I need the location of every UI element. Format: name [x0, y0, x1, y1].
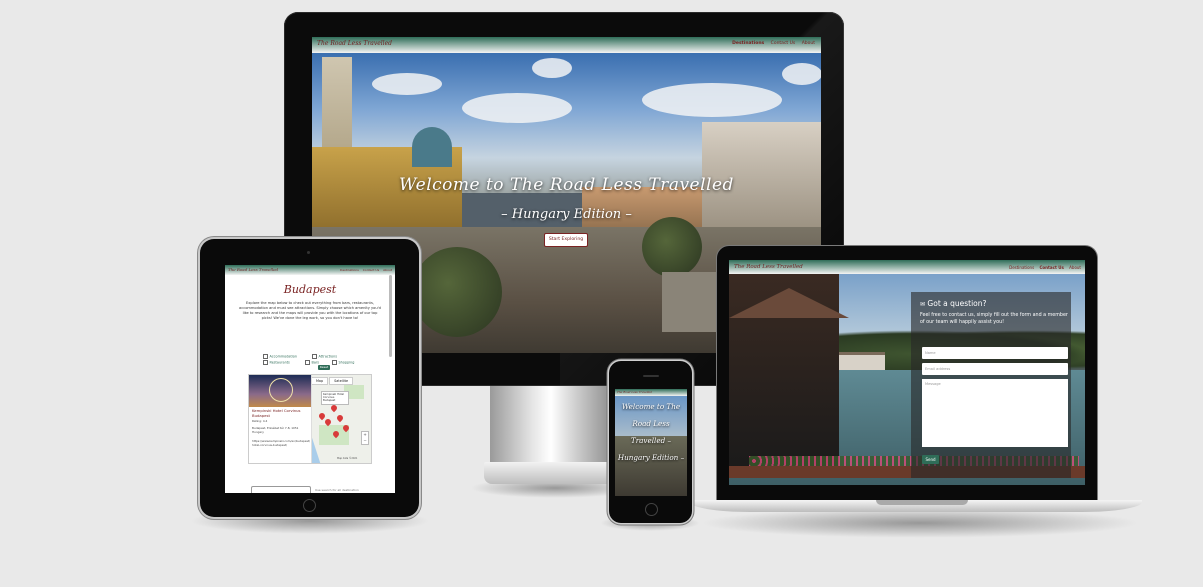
tablet-nav-contact[interactable]: Contact Us — [363, 268, 379, 272]
tablet-camera — [307, 251, 310, 254]
map-attribution: Map data ©2021 — [337, 457, 358, 460]
map-pin-icon[interactable] — [335, 413, 345, 423]
monitor-stand-base — [484, 462, 618, 484]
phone-speaker — [643, 375, 659, 377]
tablet-screen: The Road Less Travelled Destinations Con… — [225, 265, 395, 493]
name-field[interactable]: Name — [922, 347, 1068, 359]
start-exploring-button[interactable]: Start Exploring — [544, 233, 588, 247]
tablet-nav-destinations[interactable]: Destinations — [340, 268, 359, 272]
map-tab-map[interactable]: Map — [311, 377, 329, 385]
search-input[interactable] — [251, 486, 311, 493]
laptop-notch — [876, 500, 968, 505]
filter-bars[interactable]: Bars — [305, 360, 320, 365]
nav-about[interactable]: About — [802, 41, 815, 46]
nav-contact[interactable]: Contact Us — [771, 41, 796, 46]
laptop-nav-about[interactable]: About — [1069, 265, 1081, 270]
nav-links: Destinations Contact Us About — [727, 41, 815, 46]
zoom-controls[interactable]: +− — [361, 431, 369, 445]
contact-form: ✉ Got a question? Feel free to contact u… — [911, 292, 1071, 478]
hero-title: Welcome to The Road Less Travelled — [399, 175, 734, 195]
map-pin-icon[interactable] — [329, 403, 339, 413]
phone-screen: The Road Less Travelled Welcome to The R… — [615, 389, 687, 496]
pavilion-roof — [729, 288, 849, 318]
map-popup: Kempinski Hotel Corvinus Budapest — [321, 391, 349, 405]
tablet-navbar: The Road Less Travelled Destinations Con… — [225, 265, 395, 275]
nav-destinations[interactable]: Destinations — [732, 41, 764, 46]
contact-form-text: Feel free to contact us, simply fill out… — [920, 313, 1068, 325]
message-field[interactable]: Message — [922, 379, 1068, 447]
place-photo — [249, 375, 311, 407]
place-info-panel: Kempinski Hotel Corvinus Budapest Rating… — [249, 375, 312, 463]
phone-navbar: The Road Less Travelled — [615, 389, 687, 396]
site-navbar: The Road Less Travelled Destinations Con… — [312, 37, 821, 53]
tablet-nav-links: Destinations Contact Us About — [337, 268, 392, 272]
monitor-stand-neck — [490, 386, 612, 464]
laptop-nav-links: Destinations Contact Us About — [1005, 265, 1081, 270]
phone-home-button — [645, 503, 658, 516]
lake-bath-house — [839, 352, 885, 371]
map-tab-satellite[interactable]: Satellite — [329, 377, 354, 385]
contact-form-heading: ✉ Got a question? — [920, 299, 987, 308]
map[interactable]: Kempinski Hotel Corvinus Budapest +− Map… — [248, 374, 372, 464]
reset-button[interactable]: Reset — [318, 365, 330, 370]
place-url[interactable]: https://www.kempinski.com/en/budapest/ho… — [252, 439, 310, 447]
place-rating: Rating: 4.4 — [252, 419, 268, 423]
page-title: Budapest — [283, 283, 337, 296]
filter-accommodation[interactable]: Accommodation — [263, 354, 297, 359]
place-address: Budapest, Erzsébet tér 7-8, 1051 Hungary — [252, 426, 299, 434]
email-field[interactable]: Email address — [922, 363, 1068, 375]
filter-shopping[interactable]: Shopping — [332, 360, 355, 365]
laptop-screen: The Road Less Travelled Destinations Con… — [729, 260, 1085, 485]
envelope-icon: ✉ — [920, 301, 926, 308]
tablet-brand[interactable]: The Road Less Travelled — [228, 267, 278, 272]
laptop-nav-contact[interactable]: Contact Us — [1039, 265, 1063, 270]
phone-brand[interactable]: The Road Less Travelled — [617, 390, 652, 394]
phone-hero-title: Welcome to The Road Less Travelled – Hun… — [617, 402, 685, 462]
tablet-home-button — [303, 499, 316, 512]
ferris-wheel-image — [269, 378, 293, 402]
laptop-brand[interactable]: The Road Less Travelled — [734, 264, 803, 270]
tablet-nav-about[interactable]: About — [383, 268, 392, 272]
laptop-nav-destinations[interactable]: Destinations — [1009, 265, 1034, 270]
laptop-navbar: The Road Less Travelled Destinations Con… — [729, 260, 1085, 274]
site-brand[interactable]: The Road Less Travelled — [317, 40, 392, 47]
intro-text: Explore the map below to check out every… — [239, 301, 381, 320]
place-title: Kempinski Hotel Corvinus Budapest — [252, 408, 301, 418]
fountain — [662, 272, 722, 332]
send-button[interactable]: Send — [922, 455, 939, 464]
search-note: Use search for all destination — [315, 488, 359, 492]
dome — [412, 127, 452, 167]
hero-subtitle: – Hungary Edition – — [501, 207, 632, 222]
filter-restaurants[interactable]: Restaurants — [263, 360, 290, 365]
map-type-tabs: Map Satellite — [311, 377, 354, 385]
filter-attractions[interactable]: Attractions — [312, 354, 338, 359]
